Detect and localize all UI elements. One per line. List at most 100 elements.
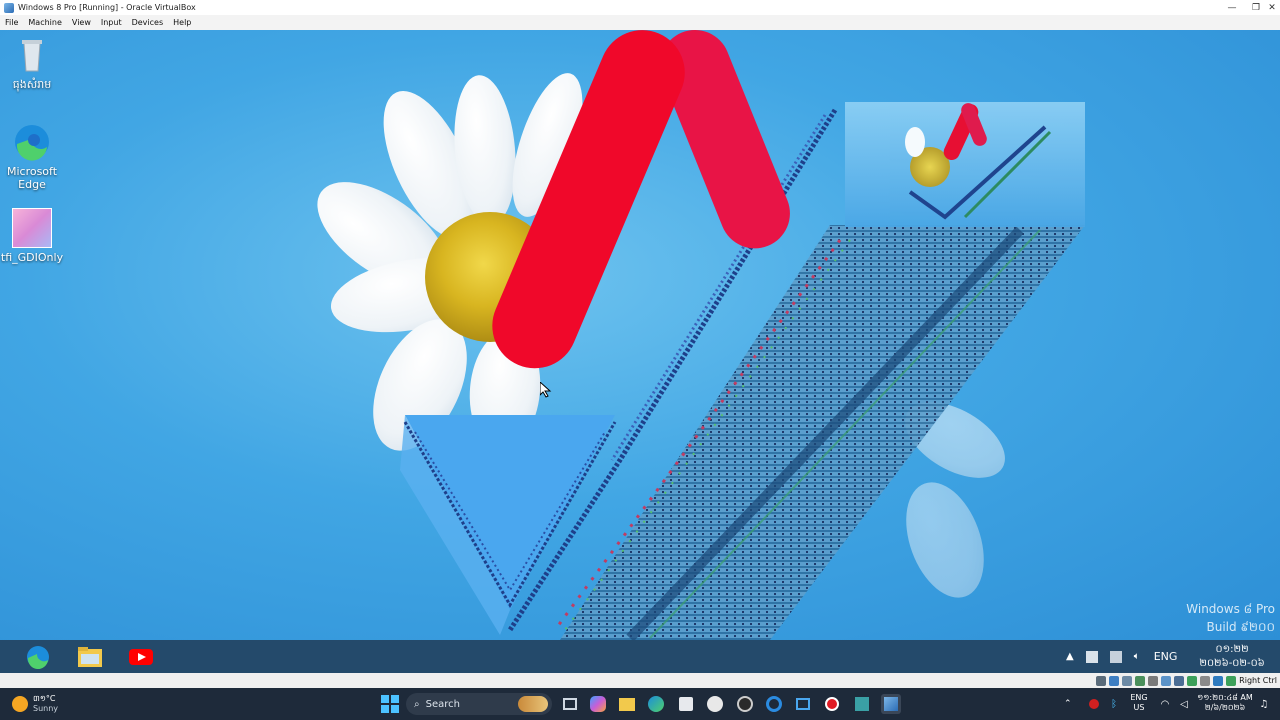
- taskbar-youtube-button[interactable]: [126, 644, 156, 670]
- notifications-button[interactable]: ♫: [1254, 694, 1274, 714]
- file-explorer-icon: [78, 647, 102, 667]
- edge-icon: [27, 646, 49, 670]
- optical-drive-icon[interactable]: [1108, 675, 1119, 686]
- guest-tray: ▲ 🔈︎ ENG ០១:២២ ២០២៦-០២-០៦: [1066, 640, 1265, 673]
- recycle-bin-icon: [12, 35, 52, 75]
- usb-icon[interactable]: [1147, 675, 1158, 686]
- desktop-icon-label: tfi_GDIOnly: [0, 251, 64, 264]
- sun-icon: [12, 696, 28, 712]
- app-button-clock[interactable]: [705, 694, 725, 714]
- menu-view[interactable]: View: [67, 18, 96, 27]
- tray-app-red[interactable]: [1084, 694, 1104, 714]
- guest-taskbar: ▲ 🔈︎ ENG ០១:២២ ២០២៦-០២-០៦: [0, 640, 1280, 673]
- edge-icon: [12, 122, 52, 162]
- shared-folders-icon[interactable]: [1160, 675, 1171, 686]
- start-button[interactable]: [380, 694, 400, 714]
- weather-condition: Sunny: [33, 704, 59, 713]
- app-button-ie[interactable]: [764, 694, 784, 714]
- host-search-box[interactable]: ⌕ Search: [406, 693, 552, 715]
- host-clock-time: ១១:២០:៤៨ AM: [1197, 693, 1253, 702]
- app-button-virtualbox[interactable]: [881, 694, 901, 714]
- tray-bluetooth[interactable]: ᛒ: [1104, 694, 1124, 714]
- guest-clock-time: ០១:២២: [1215, 643, 1249, 655]
- internet-explorer-icon: [766, 696, 782, 712]
- app-button-vscode[interactable]: [852, 694, 872, 714]
- keyboard-icon[interactable]: [1225, 675, 1236, 686]
- host-show-hidden-icons[interactable]: ⌃: [1064, 699, 1072, 709]
- menu-input[interactable]: Input: [96, 18, 127, 27]
- search-icon: ⌕: [414, 698, 420, 710]
- guest-clock-date: ២០២៦-០២-០៦: [1199, 657, 1265, 669]
- network-adapter-icon[interactable]: [1134, 675, 1145, 686]
- virtualbox-app-icon: [4, 2, 14, 13]
- edge-button[interactable]: [646, 694, 666, 714]
- show-hidden-icons-icon[interactable]: ▲: [1066, 651, 1074, 662]
- weather-temp: ៣១°C: [33, 694, 56, 703]
- vbox-title-bar[interactable]: Windows 8 Pro [Running] - Oracle Virtual…: [0, 0, 1280, 15]
- guest-desktop[interactable]: ធុងសំរាម Microsoft Edge tfi_GDIOnly Wind…: [0, 30, 1280, 640]
- bell-icon: ♫: [1259, 698, 1269, 710]
- search-placeholder: Search: [425, 698, 460, 710]
- menu-file[interactable]: File: [0, 18, 23, 27]
- vbox-menu-bar: File Machine View Input Devices Help: [0, 15, 1280, 30]
- action-center-icon[interactable]: [1085, 650, 1098, 663]
- host-language-indicator[interactable]: ENG US: [1125, 693, 1153, 713]
- menu-devices[interactable]: Devices: [127, 18, 169, 27]
- guest-language-indicator[interactable]: ENG: [1154, 650, 1178, 663]
- desktop-icon-edge[interactable]: Microsoft Edge: [0, 122, 64, 191]
- app-button-window[interactable]: [793, 694, 813, 714]
- edge-icon: [648, 696, 664, 712]
- menu-machine[interactable]: Machine: [23, 18, 67, 27]
- file-explorer-button[interactable]: [617, 694, 637, 714]
- video-capture-icon[interactable]: [1186, 675, 1197, 686]
- audio-icon[interactable]: [1121, 675, 1132, 686]
- menu-help[interactable]: Help: [168, 18, 196, 27]
- taskbar-file-explorer-button[interactable]: [75, 644, 105, 670]
- host-lang-line2: US: [1133, 703, 1145, 712]
- restore-icon[interactable]: ❐: [1248, 0, 1264, 15]
- app-button-obs[interactable]: [735, 694, 755, 714]
- mouse-integration-icon[interactable]: [1212, 675, 1223, 686]
- tray-wifi[interactable]: ◠: [1155, 694, 1175, 714]
- desktop-icon-label: Microsoft Edge: [6, 165, 58, 191]
- display-icon[interactable]: [1173, 675, 1184, 686]
- hard-disk-icon[interactable]: [1095, 675, 1106, 686]
- copilot-button[interactable]: [588, 694, 608, 714]
- windows-logo-icon: [381, 695, 399, 713]
- weather-widget[interactable]: ៣១°C Sunny: [33, 694, 58, 714]
- wifi-icon: ◠: [1160, 698, 1170, 710]
- vbox-status-bar: Right Ctrl: [0, 673, 1280, 688]
- close-icon[interactable]: ✕: [1264, 0, 1280, 15]
- desktop-icon-recycle-bin[interactable]: ធុងសំរាម: [0, 35, 64, 94]
- desktop-icon-label: ធុងសំរាម: [12, 78, 52, 91]
- task-view-button[interactable]: [560, 694, 580, 714]
- mouse-cursor-icon: [540, 382, 552, 398]
- clock-app-icon: [707, 696, 723, 712]
- copilot-icon: [590, 696, 606, 712]
- host-clock-date: ២/៦/២០២៦: [1204, 703, 1246, 712]
- store-button[interactable]: [676, 694, 696, 714]
- tray-volume[interactable]: ◁: [1174, 694, 1194, 714]
- volume-icon[interactable]: 🔈︎: [1134, 651, 1140, 662]
- app-button-record[interactable]: [822, 694, 842, 714]
- taskbar-edge-button[interactable]: [23, 644, 53, 670]
- desktop-icon-tfi-gdionly[interactable]: tfi_GDIOnly: [0, 208, 64, 264]
- host-clock[interactable]: ១១:២០:៤៨ AM ២/៦/២០២៦: [1194, 693, 1256, 713]
- speaker-icon: ◁: [1180, 698, 1188, 710]
- host-taskbar: ៣១°C Sunny ⌕ Search ⌃ ᛒ ENG US ◠ ◁ ១១:២០…: [0, 688, 1280, 720]
- virtualbox-icon: [884, 697, 898, 711]
- task-view-icon: [563, 698, 577, 710]
- folder-icon: [619, 697, 635, 711]
- watermark-build: Build ៩២០០: [1206, 620, 1275, 634]
- red-dot-icon: [1089, 699, 1099, 709]
- record-icon: [825, 697, 839, 711]
- host-lang-line1: ENG: [1130, 693, 1148, 702]
- network-icon[interactable]: [1109, 650, 1122, 663]
- guest-clock[interactable]: ០១:២២ ២០២៦-០២-០៦: [1199, 643, 1264, 671]
- glitch-thumbnail: [845, 101, 1085, 227]
- code-editor-icon: [855, 697, 869, 711]
- cpu-icon[interactable]: [1199, 675, 1210, 686]
- minimize-icon[interactable]: —: [1216, 0, 1248, 15]
- host-key-label: Right Ctrl: [1239, 676, 1277, 685]
- anime-app-icon: [12, 208, 52, 248]
